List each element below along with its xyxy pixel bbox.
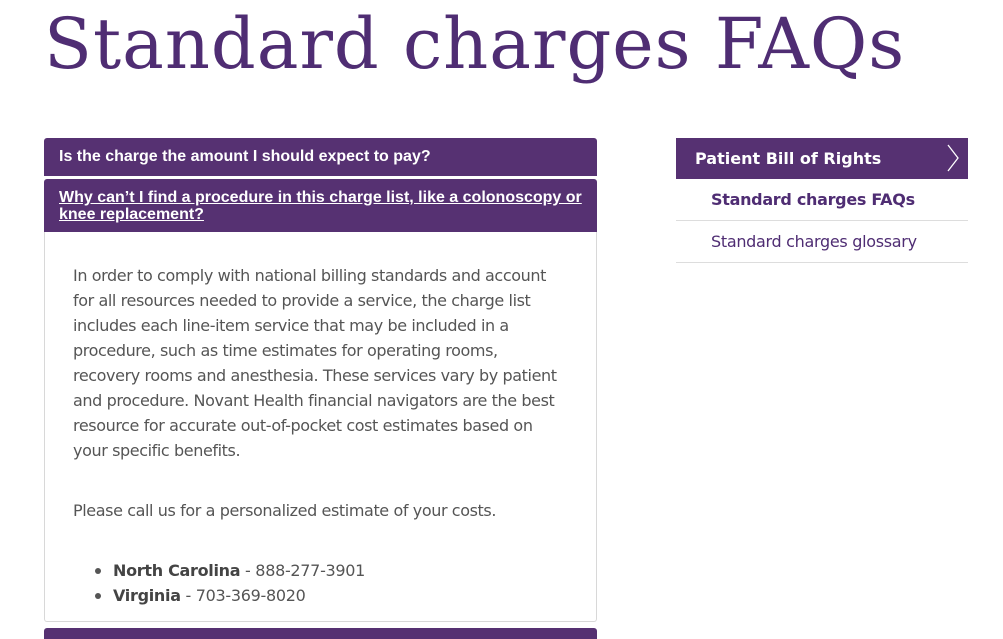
- contact-region: Virginia: [113, 586, 181, 605]
- sidebar-header-link[interactable]: Patient Bill of Rights: [676, 138, 968, 179]
- contact-phone: - 888-277-3901: [240, 561, 366, 580]
- sidebar-header-label: Patient Bill of Rights: [695, 149, 882, 168]
- faq-answer-panel: In order to comply with national billing…: [44, 232, 597, 622]
- chevron-right-icon: [947, 144, 959, 172]
- sidebar-item-standard-charges-glossary[interactable]: Standard charges glossary: [676, 221, 968, 263]
- sidebar-nav: Patient Bill of Rights Standard charges …: [676, 138, 968, 263]
- list-item: North Carolina - 888-277-3901: [95, 558, 568, 583]
- faq-question-missing-procedure[interactable]: Why can’t I find a procedure in this cha…: [44, 179, 597, 232]
- faq-accordion: Is the charge the amount I should expect…: [44, 138, 597, 639]
- answer-paragraph: Please call us for a personalized estima…: [73, 501, 497, 520]
- page-title: Standard charges FAQs: [44, 3, 906, 85]
- contact-phone: - 703-369-8020: [180, 586, 306, 605]
- faq-question-charge-amount[interactable]: Is the charge the amount I should expect…: [44, 138, 597, 176]
- sidebar-item-standard-charges-faqs[interactable]: Standard charges FAQs: [676, 179, 968, 221]
- contact-region: North Carolina: [113, 561, 241, 580]
- contact-list: North Carolina - 888-277-3901 Virginia -…: [73, 558, 568, 608]
- faq-next-question[interactable]: [44, 628, 597, 639]
- list-item: Virginia - 703-369-8020: [95, 583, 568, 608]
- answer-paragraph: In order to comply with national billing…: [73, 266, 557, 460]
